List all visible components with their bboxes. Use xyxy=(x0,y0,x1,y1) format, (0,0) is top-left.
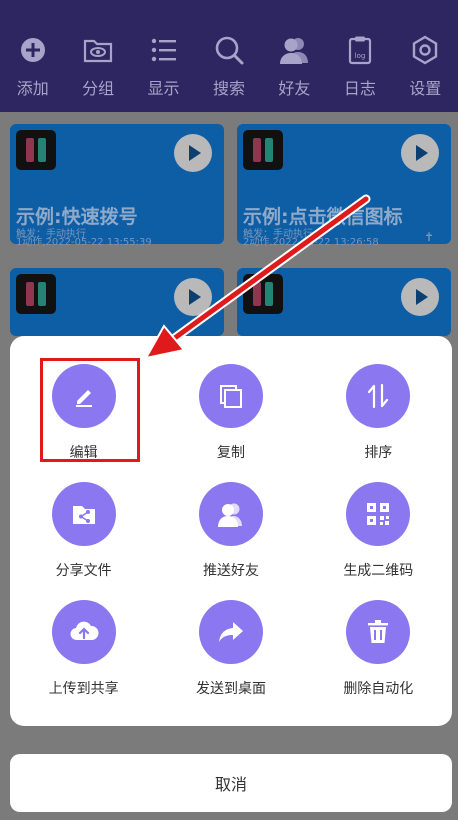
sort-icon xyxy=(368,383,389,409)
top-toolbar: 添加 分组 显示 搜索 好友 log 日志 设置 xyxy=(0,0,458,112)
search-icon xyxy=(215,36,244,65)
play-icon[interactable] xyxy=(401,134,439,172)
push-friend-icon xyxy=(217,503,242,527)
gear-hexagon-icon xyxy=(413,35,438,65)
toolbar-add[interactable]: 添加 xyxy=(0,0,65,112)
cloud-upload-icon xyxy=(70,621,99,641)
toolbar-group-label: 分组 xyxy=(82,79,115,98)
play-icon[interactable] xyxy=(174,134,212,172)
qr-code-label: 生成二维码 xyxy=(343,563,414,579)
toolbar-display[interactable]: 显示 xyxy=(131,0,196,112)
copy-icon xyxy=(219,385,242,408)
qr-code-icon xyxy=(367,503,390,525)
toolbar-friends[interactable]: 好友 xyxy=(262,0,327,112)
toolbar-log-label: 日志 xyxy=(343,79,376,98)
trash-icon xyxy=(368,620,389,643)
upload-share-button[interactable]: 上传到共享 xyxy=(10,600,157,718)
send-forward-icon xyxy=(218,622,243,642)
folder-eye-icon xyxy=(84,39,113,63)
qr-code-button[interactable]: 生成二维码 xyxy=(305,482,452,600)
toolbar-search[interactable]: 搜索 xyxy=(196,0,261,112)
push-friend-label: 推送好友 xyxy=(202,563,259,579)
app-icon xyxy=(16,274,56,314)
toolbar-group[interactable]: 分组 xyxy=(65,0,130,112)
automation-card[interactable] xyxy=(237,268,451,336)
upload-share-label: 上传到共享 xyxy=(48,681,119,697)
send-desktop-label: 发送到桌面 xyxy=(195,681,266,697)
toolbar-add-label: 添加 xyxy=(16,79,49,98)
share-file-button[interactable]: 分享文件 xyxy=(10,482,157,600)
automation-card[interactable]: 示例:快速拨号 触发：手动执行 xyxy=(10,124,224,244)
automation-card[interactable]: 示例:点击微信图标 触发：手动执行 xyxy=(237,124,451,244)
send-desktop-button[interactable]: 发送到桌面 xyxy=(157,600,304,718)
svg-text:log: log xyxy=(354,52,365,60)
toolbar-settings-label: 设置 xyxy=(409,79,442,98)
share-file-label: 分享文件 xyxy=(55,563,112,579)
copy-button[interactable]: 复制 xyxy=(157,364,304,482)
toolbar-settings[interactable]: 设置 xyxy=(393,0,458,112)
log-icon: log xyxy=(348,36,371,65)
sort-button[interactable]: 排序 xyxy=(305,364,452,482)
app-icon xyxy=(243,274,283,314)
pin-icon: ✝ xyxy=(424,230,435,244)
copy-label: 复制 xyxy=(216,445,245,461)
delete-automation-button[interactable]: 删除自动化 xyxy=(305,600,452,718)
app-icon xyxy=(16,130,56,170)
play-icon[interactable] xyxy=(401,278,439,316)
list-icon xyxy=(151,38,176,62)
plus-circle-icon xyxy=(20,38,45,62)
toolbar-display-label: 显示 xyxy=(147,79,180,98)
share-file-icon xyxy=(72,506,95,524)
sort-label: 排序 xyxy=(364,445,393,461)
play-icon[interactable] xyxy=(174,278,212,316)
delete-automation-label: 删除自动化 xyxy=(343,681,414,697)
friends-icon xyxy=(280,38,309,64)
push-friend-button[interactable]: 推送好友 xyxy=(157,482,304,600)
cancel-button[interactable]: 取消 xyxy=(10,754,452,812)
toolbar-search-label: 搜索 xyxy=(212,79,245,98)
automation-card[interactable] xyxy=(10,268,224,336)
app-icon xyxy=(243,130,283,170)
card-meta: 1动作,2022-05-22 13:55:39 xyxy=(16,237,152,248)
card-meta: 2动作,2022-05-22 13:26:58 xyxy=(243,237,379,248)
highlight-box xyxy=(40,358,140,462)
toolbar-log[interactable]: log 日志 xyxy=(327,0,392,112)
toolbar-friends-label: 好友 xyxy=(278,79,311,98)
